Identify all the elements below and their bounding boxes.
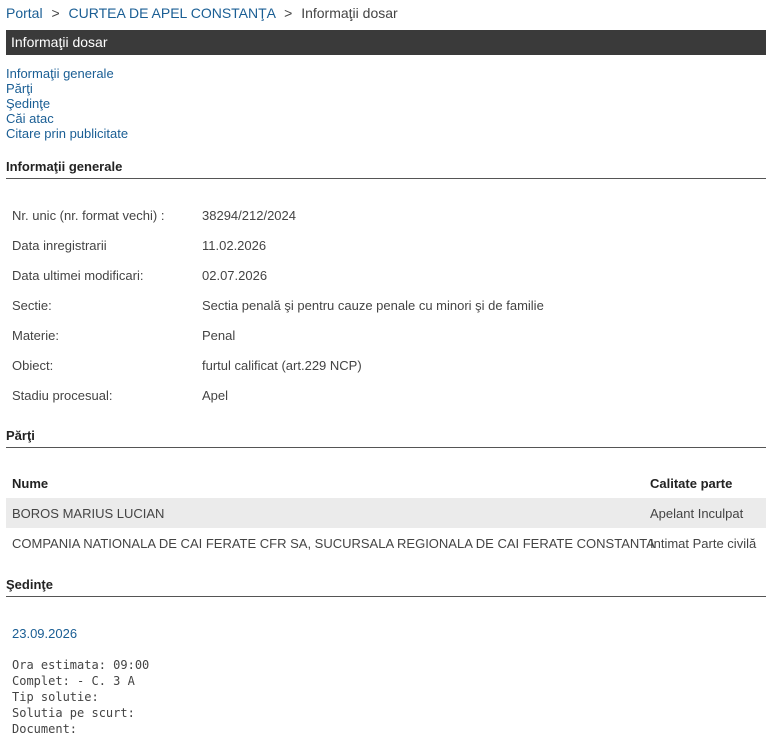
breadcrumb: Portal > CURTEA DE APEL CONSTANŢA > Info… xyxy=(6,5,398,21)
info-value: 02.07.2026 xyxy=(202,267,268,283)
nav-link-cai-atac[interactable]: Căi atac xyxy=(6,111,128,126)
info-row: Materie: Penal xyxy=(6,320,766,350)
party-role: Apelant Inculpat xyxy=(650,505,744,521)
section-nav: Informaţii generale Părţi Şedinţe Căi at… xyxy=(6,66,128,141)
info-row: Nr. unic (nr. format vechi) : 38294/212/… xyxy=(6,200,766,230)
general-info-table: Nr. unic (nr. format vechi) : 38294/212/… xyxy=(6,200,766,410)
breadcrumb-court-link[interactable]: CURTEA DE APEL CONSTANŢA xyxy=(69,5,276,21)
info-label: Data inregistrarii xyxy=(12,237,107,253)
nav-link-citare-publicitate[interactable]: Citare prin publicitate xyxy=(6,126,128,141)
hearing-date: 23.09.2026 xyxy=(12,626,78,641)
hearing-details: Ora estimata: 09:00 Complet: - C. 3 A Ti… xyxy=(12,657,149,737)
info-label: Obiect: xyxy=(12,357,54,373)
table-row: BOROS MARIUS LUCIAN Apelant Inculpat xyxy=(6,498,766,528)
breadcrumb-current: Informaţii dosar xyxy=(301,5,398,21)
party-name: BOROS MARIUS LUCIAN xyxy=(12,505,165,521)
table-row: COMPANIA NATIONALA DE CAI FERATE CFR SA,… xyxy=(6,528,766,558)
breadcrumb-separator: > xyxy=(284,5,293,21)
info-label: Stadiu procesual: xyxy=(12,387,113,403)
info-label: Nr. unic (nr. format vechi) : xyxy=(12,207,165,223)
info-value: Sectia penală şi pentru cauze penale cu … xyxy=(202,297,544,313)
hearing-solution-summary: Solutia pe scurt: xyxy=(12,706,135,720)
table-header: Nume Calitate parte xyxy=(6,468,766,498)
info-value: Penal xyxy=(202,327,236,343)
page: Portal > CURTEA DE APEL CONSTANŢA > Info… xyxy=(0,0,777,741)
page-title-bar: Informaţii dosar xyxy=(6,30,766,55)
info-value: 11.02.2026 xyxy=(202,237,267,253)
breadcrumb-portal-link[interactable]: Portal xyxy=(6,5,43,21)
section-heading-parti: Părţi xyxy=(6,428,766,448)
info-row: Obiect: furtul calificat (art.229 NCP) xyxy=(6,350,766,380)
column-header-calitate: Calitate parte xyxy=(650,475,733,491)
info-label: Sectie: xyxy=(12,297,52,313)
info-label: Materie: xyxy=(12,327,59,343)
info-row: Data ultimei modificari: 02.07.2026 xyxy=(6,260,766,290)
parti-table: Nume Calitate parte BOROS MARIUS LUCIAN … xyxy=(6,468,766,558)
info-row: Sectie: Sectia penală şi pentru cauze pe… xyxy=(6,290,766,320)
hearing-panel: Complet: - C. 3 A xyxy=(12,674,135,688)
nav-link-parti[interactable]: Părţi xyxy=(6,81,128,96)
page-title: Informaţii dosar xyxy=(11,34,108,50)
hearing-document: Document: xyxy=(12,722,78,736)
info-label: Data ultimei modificari: xyxy=(12,267,144,283)
party-name: COMPANIA NATIONALA DE CAI FERATE CFR SA,… xyxy=(12,535,655,551)
info-value: Apel xyxy=(202,387,229,403)
party-role: Intimat Parte civilă xyxy=(650,535,757,551)
section-heading-general: Informaţii generale xyxy=(6,159,766,179)
breadcrumb-separator: > xyxy=(51,5,60,21)
hearing-estimated-time: Ora estimata: 09:00 xyxy=(12,658,150,672)
info-row: Data inregistrarii 11.02.2026 xyxy=(6,230,766,260)
hearing-solution-type: Tip solutie: xyxy=(12,690,99,704)
info-value: 38294/212/2024 xyxy=(202,207,296,223)
info-row: Stadiu procesual: Apel xyxy=(6,380,766,410)
column-header-nume: Nume xyxy=(12,475,49,491)
section-heading-sedinte: Şedinţe xyxy=(6,577,766,597)
nav-link-sedinte[interactable]: Şedinţe xyxy=(6,96,128,111)
nav-link-informatii-generale[interactable]: Informaţii generale xyxy=(6,66,128,81)
info-value: furtul calificat (art.229 NCP) xyxy=(202,357,362,373)
